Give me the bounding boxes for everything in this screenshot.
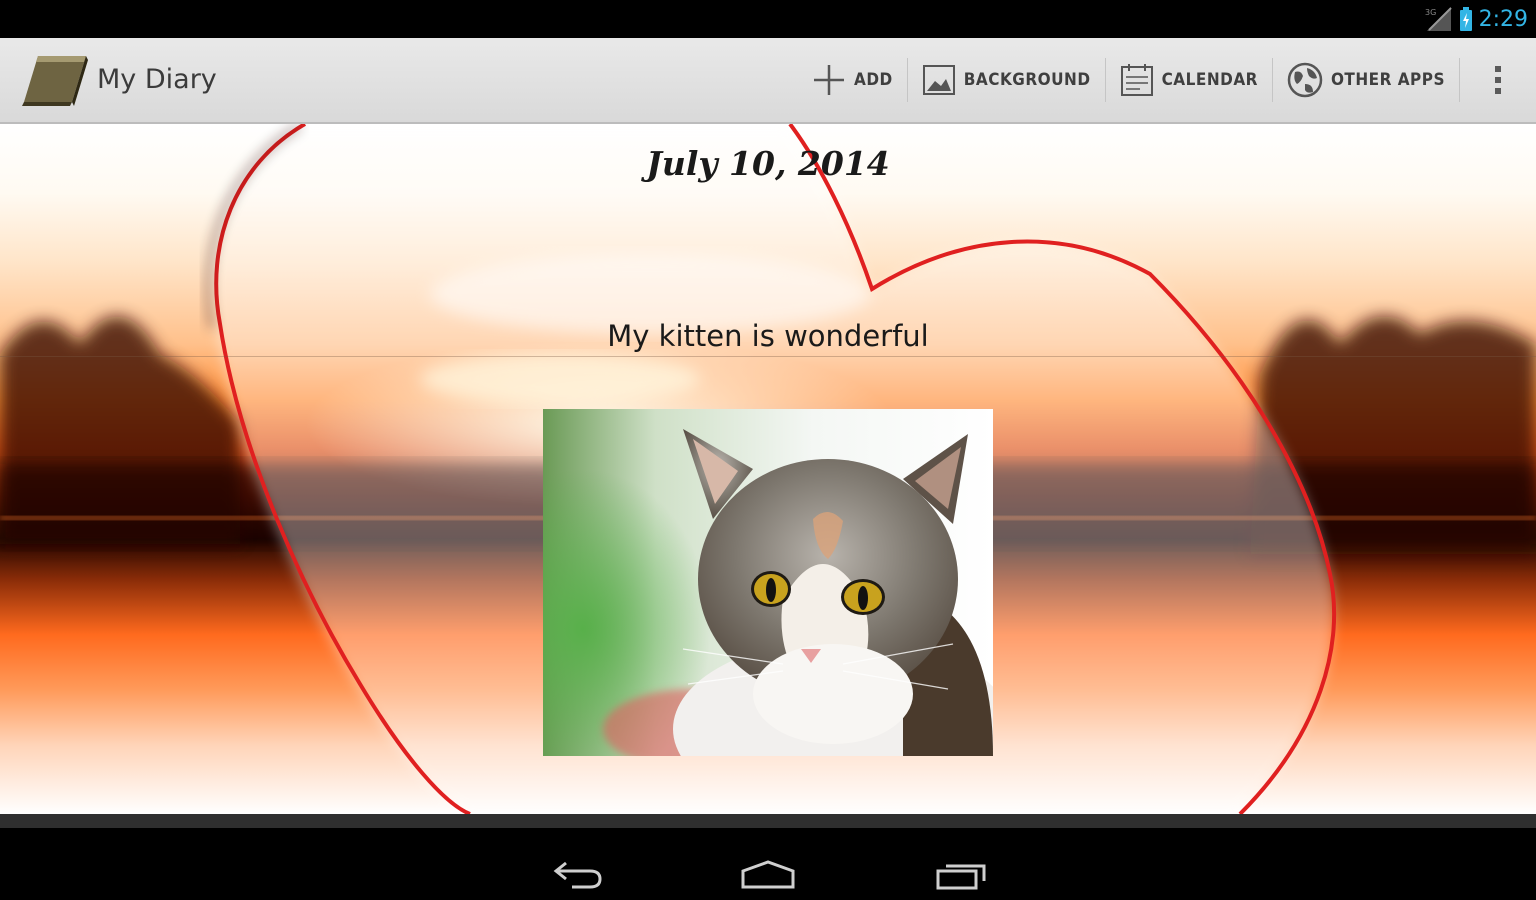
background-label: BACKGROUND — [963, 70, 1091, 90]
navigation-bar — [0, 814, 1536, 900]
background-button[interactable]: BACKGROUND — [908, 38, 1105, 122]
other-apps-label: OTHER APPS — [1330, 70, 1445, 90]
back-icon — [553, 861, 602, 889]
add-label: ADD — [853, 70, 893, 90]
text-line — [0, 356, 1536, 357]
home-button[interactable] — [728, 850, 808, 900]
kitten-photo[interactable] — [543, 409, 993, 756]
home-icon — [741, 860, 795, 889]
calendar-icon — [1120, 64, 1153, 96]
status-icons: 3G 2:29 — [1425, 4, 1528, 34]
add-button[interactable]: ADD — [798, 38, 907, 122]
other-apps-button[interactable]: OTHER APPS — [1273, 38, 1459, 122]
entry-date[interactable]: July 10, 2014 — [0, 144, 1536, 183]
plus-icon — [813, 65, 844, 95]
signal-icon: 3G — [1425, 7, 1452, 31]
globe-icon — [1287, 62, 1323, 98]
calendar-label: CALENDAR — [1161, 70, 1258, 90]
clock: 2:29 — [1478, 6, 1528, 32]
recent-apps-icon — [936, 864, 986, 890]
battery-icon — [1459, 7, 1472, 31]
overflow-menu-button[interactable] — [1460, 38, 1536, 122]
calendar-button[interactable]: CALENDAR — [1106, 38, 1272, 122]
status-bar: 3G 2:29 — [0, 0, 1536, 38]
overflow-menu-icon — [1495, 66, 1501, 94]
image-icon — [922, 65, 955, 95]
action-items: ADD BACKGROUND CALENDAR OTHER APPS — [798, 38, 1536, 122]
diary-page[interactable]: July 10, 2014 My kitten is wonderful — [0, 124, 1536, 814]
diary-book-icon[interactable] — [22, 54, 90, 106]
action-bar: My Diary ADD BACKGROUND CALENDAR OTHER A… — [0, 38, 1536, 124]
app-title[interactable]: My Diary — [97, 64, 217, 95]
kitten-image — [603, 429, 993, 756]
signal-label: 3G — [1425, 8, 1436, 17]
recent-apps-button[interactable] — [922, 850, 1002, 900]
entry-text[interactable]: My kitten is wonderful — [0, 319, 1536, 353]
back-button[interactable] — [538, 850, 618, 900]
